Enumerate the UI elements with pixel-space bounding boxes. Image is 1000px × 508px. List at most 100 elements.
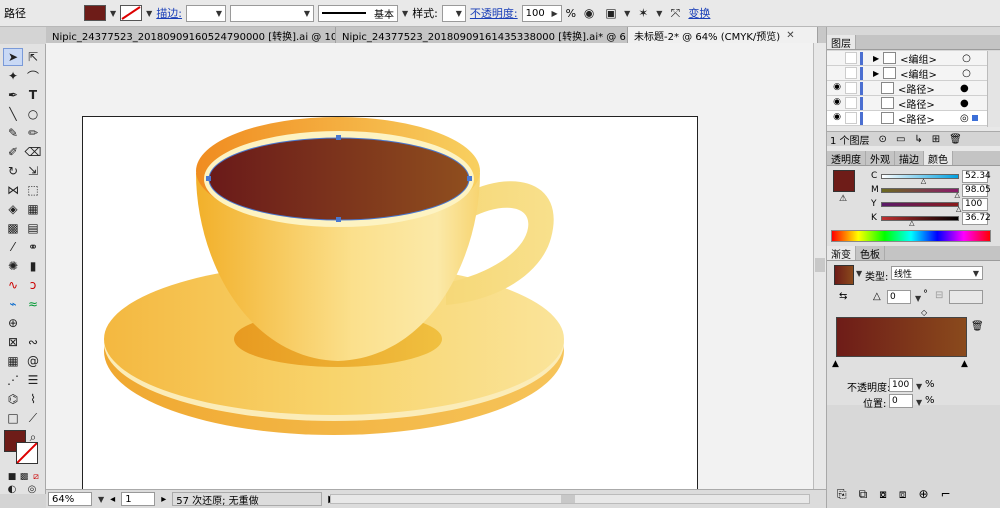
target-circle-icon[interactable]: ○ [962,68,971,79]
scrollbar-thumb[interactable] [561,495,575,503]
stroke-dropdown-icon[interactable]: ▼ [146,9,152,18]
horizontal-scrollbar[interactable] [330,494,810,504]
fill-color-swatch[interactable] [84,5,106,21]
blend-tool-icon[interactable]: ⚭ [23,238,43,256]
cyan-input[interactable]: 52.34 [962,169,991,183]
visibility-eye-icon[interactable]: ◉ [831,82,843,94]
artboard-tool-icon[interactable]: ⊠ [3,333,23,351]
align-panel-icon[interactable]: ⊕ [918,487,928,501]
cyan-slider[interactable]: △ [881,173,959,184]
stop-opacity-input[interactable]: 100 [889,378,913,392]
graphic-style-icon[interactable]: ⧇ [879,487,887,502]
anchor-point[interactable] [206,176,211,181]
target-circle-icon[interactable]: ○ [962,53,971,64]
anchor-point[interactable] [336,217,341,222]
clipping-mask-icon[interactable]: ▭ [896,134,905,145]
opacity-input[interactable]: 100 ▶ [521,4,562,22]
eyedropper-tool-icon[interactable]: ⁄ [3,238,23,256]
layer-row[interactable]: ▶ <编组> ○ [827,66,987,81]
graphic-style-dropdown[interactable]: ▼ [441,4,466,22]
fill-stroke-indicator[interactable] [4,430,42,466]
blob-brush-tool-icon[interactable]: ✐ [3,143,23,161]
anchor-point[interactable] [336,135,341,140]
angle-dropdown-icon[interactable]: ▼ [915,294,921,303]
scrollbar-thumb[interactable] [815,258,825,272]
magic-wand-icon[interactable]: ✶ [634,4,652,22]
knife-tool-icon[interactable]: ⟋ [23,409,43,427]
rectangle-tool-icon[interactable]: □ [3,409,23,427]
width-tool-icon[interactable]: ⋈ [3,181,23,199]
custom-tool-4-icon[interactable]: ≈ [23,295,43,313]
line-tool-icon[interactable]: ╲ [3,105,23,123]
page-number-input[interactable]: 1 [121,492,156,506]
layer-row[interactable]: ▶ <编组> ○ [827,51,987,66]
reverse-gradient-icon[interactable]: ⇆ [839,291,847,302]
vertical-scrollbar[interactable] [813,43,826,489]
gradient-tool-icon[interactable]: ▤ [23,219,43,237]
zoom-dropdown[interactable]: 64% [48,492,92,506]
close-icon[interactable]: ✕ [786,30,794,41]
stroke-none-swatch[interactable] [120,5,143,21]
rotate-tool-icon[interactable]: ↻ [3,162,23,180]
fill-dropdown-icon[interactable]: ▼ [110,9,116,18]
tab-swatches[interactable]: 色板 [856,246,885,261]
tab-gradient[interactable]: 渐变 [827,246,856,261]
tab-layers[interactable]: 图层 [827,35,856,50]
pen-tool-icon[interactable]: ✒ [3,86,23,104]
recolor-icon[interactable]: ◉ [580,4,598,22]
align-icon[interactable]: ▣ [602,4,620,22]
coffee-surface[interactable] [209,138,469,220]
twirl-tool-icon[interactable]: @ [23,352,43,370]
delete-layer-icon[interactable]: 🗑 [949,134,962,145]
black-input[interactable]: 36.72 [962,211,991,225]
selection-tool-icon[interactable]: ➤ [3,48,23,66]
yellow-input[interactable]: 100 [962,197,988,211]
color-spectrum[interactable] [831,230,991,242]
custom-tool-2-icon[interactable]: ↄ [23,276,43,294]
tab-document-2[interactable]: Nipic_24377523_20180909161435338000 [转换]… [336,27,628,43]
perspective-grid-tool-icon[interactable]: ▦ [23,200,43,218]
layers-scrollbar[interactable] [987,51,1000,127]
gradient-type-dropdown[interactable]: 线性 ▼ [891,266,983,280]
transform-panel-icon[interactable]: ⌐ [941,487,951,501]
shape-builder-tool-icon[interactable]: ◈ [3,200,23,218]
magenta-input[interactable]: 98.05 [962,183,991,197]
opacity-label[interactable]: 不透明度: [470,5,518,21]
direct-selection-tool-icon[interactable]: ⇱ [23,48,43,66]
gradient-stop-start[interactable]: ▲ [832,359,839,369]
eraser-tool-icon[interactable]: ⌫ [23,143,43,161]
target-circle-icon[interactable]: ● [960,83,969,94]
variable-width-dropdown[interactable]: ▼ [230,4,315,22]
grid-tool-icon[interactable]: ▦ [3,352,23,370]
expand-arrow-icon[interactable]: ▶ [873,54,879,63]
ellipse-tool-icon[interactable]: ○ [23,105,43,123]
gradient-preview[interactable] [834,265,854,285]
black-slider[interactable]: △ [881,215,959,226]
draw-mode-icon[interactable]: ◐ [2,480,22,498]
next-page-icon[interactable]: ▸ [161,494,166,505]
list-tool-icon[interactable]: ☰ [23,371,43,389]
gradient-preset-dropdown-icon[interactable]: ▼ [856,269,862,278]
stroke-style-arrow-icon[interactable]: ▼ [402,9,408,18]
tab-appearance[interactable]: 外观 [866,151,895,166]
symbol-sprayer-tool-icon[interactable]: ✺ [3,257,23,275]
warp-tool-icon[interactable]: ∾ [23,333,43,351]
locate-object-icon[interactable]: ⊙ [879,134,887,145]
layer-row[interactable]: ◉ <路径> ● [827,81,987,96]
stop-position-input[interactable]: 0 [889,394,913,408]
visibility-eye-icon[interactable]: ◉ [831,112,843,124]
color-fill-swatch[interactable] [833,170,855,192]
brush-icon[interactable]: ⧉ [859,487,868,502]
crystallize-tool-icon[interactable]: ⌬ [3,390,23,408]
scallop-tool-icon[interactable]: ⋰ [3,371,23,389]
delete-stop-icon[interactable]: 🗑 [971,321,984,332]
type-tool-icon[interactable]: T [23,86,43,104]
gamut-warning-icon[interactable]: ⚠ [839,194,847,204]
stroke-label[interactable]: 描边: [156,5,182,21]
magenta-slider[interactable]: △ [881,187,960,198]
paintbrush-tool-icon[interactable]: ✎ [3,124,23,142]
zoom-dropdown-icon[interactable]: ▼ [98,495,104,504]
align-dropdown-icon[interactable]: ▼ [624,9,630,18]
custom-tool-3-icon[interactable]: ⌁ [3,295,23,313]
symbol-icon[interactable]: ⎘ [837,487,847,502]
